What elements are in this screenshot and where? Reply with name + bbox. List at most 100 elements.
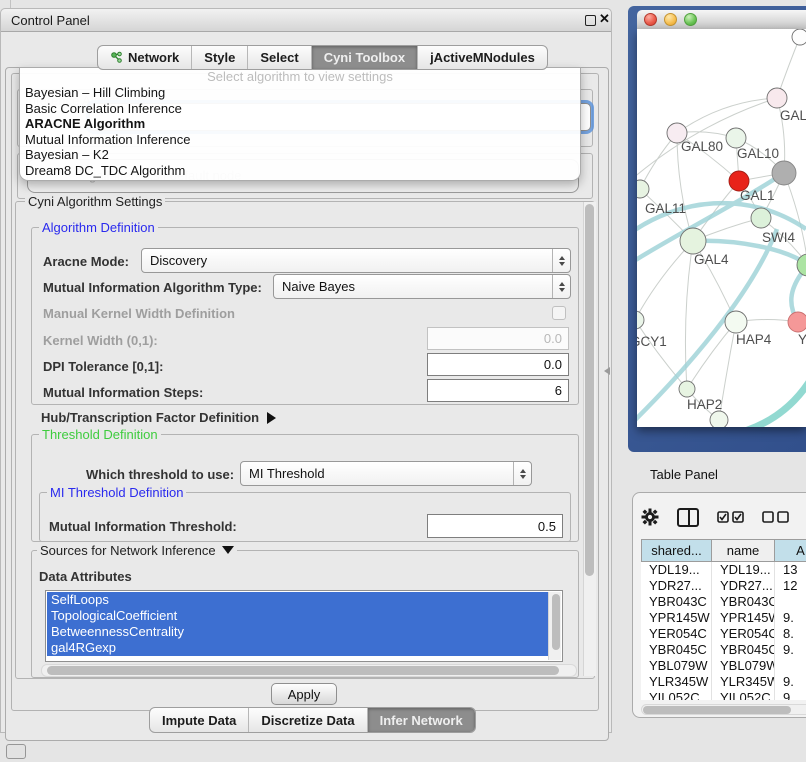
hub-definition-toggle[interactable]: Hub/Transcription Factor Definition: [41, 409, 276, 427]
column-header-name[interactable]: name: [712, 539, 775, 562]
node-gray[interactable]: [772, 161, 796, 185]
tab-network[interactable]: Network: [98, 46, 192, 69]
table-row[interactable]: YIL052CYIL052C9.: [641, 690, 806, 700]
dropdown-item[interactable]: Bayesian – Hill Climbing: [20, 85, 580, 101]
tab-style[interactable]: Style: [192, 46, 248, 69]
table-row[interactable]: YBR043CYBR043C: [641, 594, 806, 610]
table-hscrollbar-thumb[interactable]: [643, 706, 791, 714]
which-threshold-combobox[interactable]: MI Threshold: [240, 461, 532, 486]
close-traffic-light[interactable]: [644, 13, 657, 26]
node-gal10[interactable]: [726, 128, 746, 148]
list-scrollbar-thumb[interactable]: [552, 594, 560, 650]
table-row[interactable]: YER054CYER054C8.: [641, 626, 806, 642]
network-window-titlebar[interactable]: [637, 10, 806, 30]
aracne-mode-label: Aracne Mode:: [43, 254, 129, 269]
node-label: GAL: [780, 108, 806, 123]
dropdown-item[interactable]: Bayesian – K2: [20, 147, 580, 163]
network-node-labels: GAL80 GAL10 GAL1 GAL11 SWI4 GAL4 GCY1 HA…: [637, 108, 806, 412]
algorithm-dropdown-list: Select algorithm to view settings Bayesi…: [19, 67, 581, 181]
tab-infer-network[interactable]: Infer Network: [368, 708, 475, 732]
node-bottom[interactable]: [710, 411, 728, 427]
node-label: GAL1: [740, 188, 775, 203]
table-row[interactable]: YDL19...YDL19...13: [641, 562, 806, 578]
algorithm-definition-title: Algorithm Definition: [39, 220, 158, 235]
table-row[interactable]: YBR045CYBR045C9.: [641, 642, 806, 658]
data-attributes-list: SelfLoops TopologicalCoefficient Between…: [45, 590, 563, 662]
table-body: YDL19...YDL19...13 YDR27...YDR27...12 YB…: [641, 562, 806, 700]
mi-type-combobox[interactable]: Naive Bayes: [273, 274, 571, 299]
control-panel-window: Control Panel ✕ Network Style Select Cyn…: [0, 8, 612, 733]
table-row[interactable]: YBL079WYBL079W: [641, 658, 806, 674]
cyni-algorithm-settings-title: Cyni Algorithm Settings: [25, 194, 165, 209]
select-all-checks-icon[interactable]: [717, 511, 744, 523]
table-row[interactable]: YLR345WYLR345W9.: [641, 674, 806, 690]
manual-kernel-label: Manual Kernel Width Definition: [43, 306, 235, 321]
data-attributes-label: Data Attributes: [39, 569, 132, 584]
node-gal4[interactable]: [680, 228, 706, 254]
list-item[interactable]: TopologicalCoefficient: [47, 608, 548, 624]
dropdown-item-selected[interactable]: ARACNE Algorithm: [20, 116, 580, 132]
node-label: HAP2: [687, 397, 722, 412]
node-hap4[interactable]: [725, 311, 747, 333]
zoom-traffic-light[interactable]: [684, 13, 697, 26]
table-row[interactable]: YDR27...YDR27...12: [641, 578, 806, 594]
tab-cyni-toolbox[interactable]: Cyni Toolbox: [312, 46, 418, 69]
column-header-partial[interactable]: A: [775, 539, 806, 562]
tab-jactivemnodules[interactable]: jActiveMNodules: [418, 46, 547, 69]
table-row[interactable]: YPR145WYPR145W9.: [641, 610, 806, 626]
float-window-icon[interactable]: [585, 15, 596, 26]
minimize-traffic-light[interactable]: [664, 13, 677, 26]
column-manager-icon[interactable]: [677, 508, 699, 527]
mi-threshold-label: Mutual Information Threshold:: [49, 519, 237, 534]
dropdown-item[interactable]: Mutual Information Inference: [20, 132, 580, 148]
node-top-partial[interactable]: [792, 29, 806, 45]
dropdown-item[interactable]: Dream8 DC_TDC Algorithm: [20, 163, 580, 179]
mi-threshold-group-title: MI Threshold Definition: [47, 485, 186, 500]
control-panel-title: Control Panel: [11, 13, 90, 28]
node-hap2[interactable]: [679, 381, 695, 397]
dropdown-item[interactable]: Basic Correlation Inference: [20, 101, 580, 117]
dpi-tolerance-input[interactable]: 0.0: [427, 353, 569, 376]
node-label: GAL4: [694, 252, 729, 267]
settings-scrollbar-thumb[interactable]: [585, 204, 594, 576]
tab-network-label: Network: [128, 50, 179, 65]
tab-select[interactable]: Select: [248, 46, 311, 69]
list-item[interactable]: SelfLoops: [47, 592, 548, 608]
manual-kernel-checkbox[interactable]: [552, 306, 566, 320]
tab-discretize-data[interactable]: Discretize Data: [249, 708, 367, 732]
kernel-width-input[interactable]: 0.0: [427, 327, 569, 350]
list-item[interactable]: BetweennessCentrality: [47, 624, 548, 640]
node-label: GCY1: [637, 334, 667, 349]
tab-impute-data[interactable]: Impute Data: [150, 708, 249, 732]
apply-button[interactable]: Apply: [271, 683, 337, 705]
mi-steps-label: Mutual Information Steps:: [43, 385, 203, 400]
node-gcy1[interactable]: [637, 311, 644, 329]
mi-threshold-input[interactable]: 0.5: [427, 514, 563, 538]
node-label: HAP4: [736, 332, 772, 347]
control-panel-titlebar[interactable]: Control Panel ✕: [1, 9, 611, 32]
network-canvas[interactable]: GAL80 GAL10 GAL1 GAL11 SWI4 GAL4 GCY1 HA…: [637, 29, 806, 427]
dropdown-hint: Select algorithm to view settings: [20, 68, 580, 85]
close-icon[interactable]: ✕: [599, 11, 610, 27]
node-label: GAL11: [645, 201, 686, 216]
top-strip-divider: [10, 0, 11, 8]
minimized-panel-icon[interactable]: [6, 744, 26, 759]
node-pink-top[interactable]: [767, 88, 787, 108]
node-salmon[interactable]: [788, 312, 806, 332]
control-panel-tabs: Network Style Select Cyni Toolbox jActiv…: [97, 45, 548, 70]
network-corner-edge: [745, 379, 806, 427]
collapse-down-icon: [222, 546, 234, 554]
gear-icon[interactable]: [641, 508, 659, 526]
list-item[interactable]: gal4RGexp: [47, 640, 548, 656]
node-swi4[interactable]: [751, 208, 771, 228]
table-panel-region: Table Panel: [612, 452, 806, 762]
node-label: GAL10: [737, 146, 779, 161]
panel-splitter-arrow[interactable]: [604, 367, 610, 375]
list-hscrollbar-thumb[interactable]: [47, 666, 559, 675]
sources-group-title[interactable]: Sources for Network Inference: [37, 543, 237, 558]
mi-type-value: Naive Bayes: [274, 279, 552, 294]
mi-steps-input[interactable]: 6: [427, 379, 569, 402]
column-header-shared[interactable]: shared...: [641, 539, 712, 562]
aracne-mode-combobox[interactable]: Discovery: [141, 248, 571, 273]
deselect-all-checks-icon[interactable]: [762, 511, 789, 523]
